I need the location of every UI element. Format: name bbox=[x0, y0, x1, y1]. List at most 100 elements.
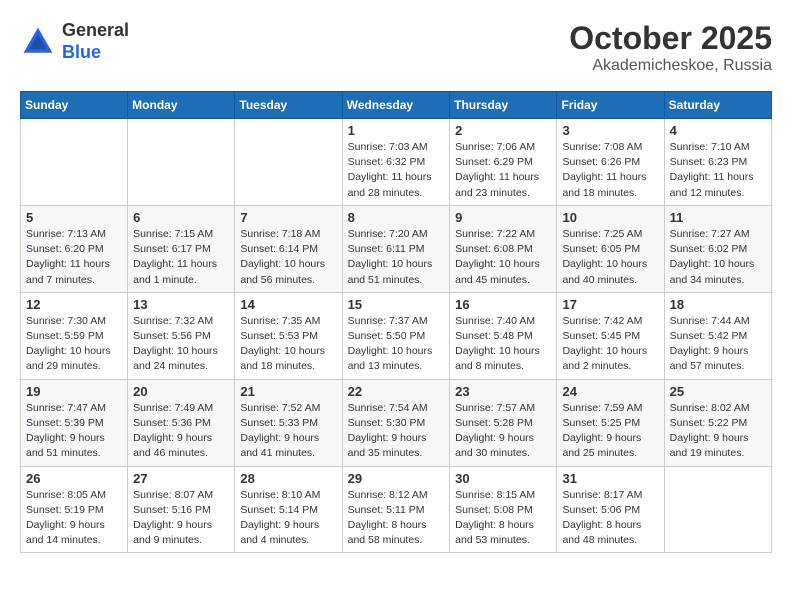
day-number: 15 bbox=[348, 297, 445, 312]
day-number: 26 bbox=[26, 471, 122, 486]
day-number: 27 bbox=[133, 471, 229, 486]
calendar-week-row: 1 Sunrise: 7:03 AMSunset: 6:32 PMDaylight… bbox=[21, 119, 772, 206]
day-number: 7 bbox=[240, 210, 336, 225]
table-row: 5 Sunrise: 7:13 AMSunset: 6:20 PMDaylight… bbox=[21, 205, 128, 292]
calendar-week-row: 19 Sunrise: 7:47 AMSunset: 5:39 PMDayligh… bbox=[21, 379, 772, 466]
weekday-header-row: SundayMondayTuesdayWednesdayThursdayFrid… bbox=[21, 92, 772, 119]
day-number: 6 bbox=[133, 210, 229, 225]
day-info: Sunrise: 7:10 AMSunset: 6:23 PMDaylight:… bbox=[670, 140, 766, 201]
day-info: Sunrise: 7:22 AMSunset: 6:08 PMDaylight:… bbox=[455, 227, 551, 288]
table-row: 24 Sunrise: 7:59 AMSunset: 5:25 PMDayligh… bbox=[557, 379, 664, 466]
table-row: 29 Sunrise: 8:12 AMSunset: 5:11 PMDayligh… bbox=[342, 466, 450, 553]
table-row: 22 Sunrise: 7:54 AMSunset: 5:30 PMDayligh… bbox=[342, 379, 450, 466]
table-row: 21 Sunrise: 7:52 AMSunset: 5:33 PMDayligh… bbox=[235, 379, 342, 466]
table-row: 4 Sunrise: 7:10 AMSunset: 6:23 PMDaylight… bbox=[664, 119, 771, 206]
day-info: Sunrise: 7:27 AMSunset: 6:02 PMDaylight:… bbox=[670, 227, 766, 288]
day-info: Sunrise: 7:49 AMSunset: 5:36 PMDaylight:… bbox=[133, 401, 229, 462]
day-info: Sunrise: 8:02 AMSunset: 5:22 PMDaylight:… bbox=[670, 401, 766, 462]
day-number: 25 bbox=[670, 384, 766, 399]
day-number: 22 bbox=[348, 384, 445, 399]
day-info: Sunrise: 7:25 AMSunset: 6:05 PMDaylight:… bbox=[562, 227, 658, 288]
day-info: Sunrise: 8:17 AMSunset: 5:06 PMDaylight:… bbox=[562, 488, 658, 549]
table-row: 2 Sunrise: 7:06 AMSunset: 6:29 PMDaylight… bbox=[450, 119, 557, 206]
day-number: 16 bbox=[455, 297, 551, 312]
table-row: 8 Sunrise: 7:20 AMSunset: 6:11 PMDaylight… bbox=[342, 205, 450, 292]
weekday-header-wednesday: Wednesday bbox=[342, 92, 450, 119]
day-number: 28 bbox=[240, 471, 336, 486]
day-info: Sunrise: 7:18 AMSunset: 6:14 PMDaylight:… bbox=[240, 227, 336, 288]
calendar-week-row: 5 Sunrise: 7:13 AMSunset: 6:20 PMDaylight… bbox=[21, 205, 772, 292]
day-number: 5 bbox=[26, 210, 122, 225]
day-info: Sunrise: 7:35 AMSunset: 5:53 PMDaylight:… bbox=[240, 314, 336, 375]
calendar-week-row: 12 Sunrise: 7:30 AMSunset: 5:59 PMDayligh… bbox=[21, 292, 772, 379]
table-row: 31Sunrise: 8:17 AMSunset: 5:06 PMDayligh… bbox=[557, 466, 664, 553]
logo-icon bbox=[20, 24, 56, 60]
day-number: 9 bbox=[455, 210, 551, 225]
table-row: 13 Sunrise: 7:32 AMSunset: 5:56 PMDayligh… bbox=[128, 292, 235, 379]
logo-text: General Blue bbox=[62, 20, 129, 63]
day-number: 13 bbox=[133, 297, 229, 312]
logo: General Blue bbox=[20, 20, 129, 63]
day-info: Sunrise: 7:30 AMSunset: 5:59 PMDaylight:… bbox=[26, 314, 122, 375]
day-number: 10 bbox=[562, 210, 658, 225]
day-info: Sunrise: 7:32 AMSunset: 5:56 PMDaylight:… bbox=[133, 314, 229, 375]
day-number: 21 bbox=[240, 384, 336, 399]
table-row: 26 Sunrise: 8:05 AMSunset: 5:19 PMDayligh… bbox=[21, 466, 128, 553]
page-header: General Blue October 2025 Akademicheskoe… bbox=[20, 20, 772, 75]
table-row bbox=[21, 119, 128, 206]
table-row: 7 Sunrise: 7:18 AMSunset: 6:14 PMDaylight… bbox=[235, 205, 342, 292]
day-info: Sunrise: 8:12 AMSunset: 5:11 PMDaylight:… bbox=[348, 488, 445, 549]
day-info: Sunrise: 8:07 AMSunset: 5:16 PMDaylight:… bbox=[133, 488, 229, 549]
day-info: Sunrise: 7:40 AMSunset: 5:48 PMDaylight:… bbox=[455, 314, 551, 375]
day-number: 24 bbox=[562, 384, 658, 399]
day-number: 2 bbox=[455, 123, 551, 138]
day-number: 29 bbox=[348, 471, 445, 486]
day-number: 12 bbox=[26, 297, 122, 312]
day-number: 19 bbox=[26, 384, 122, 399]
table-row: 18Sunrise: 7:44 AMSunset: 5:42 PMDayligh… bbox=[664, 292, 771, 379]
calendar-week-row: 26 Sunrise: 8:05 AMSunset: 5:19 PMDayligh… bbox=[21, 466, 772, 553]
day-info: Sunrise: 7:54 AMSunset: 5:30 PMDaylight:… bbox=[348, 401, 445, 462]
day-info: Sunrise: 7:03 AMSunset: 6:32 PMDaylight:… bbox=[348, 140, 445, 201]
day-info: Sunrise: 7:47 AMSunset: 5:39 PMDaylight:… bbox=[26, 401, 122, 462]
day-number: 20 bbox=[133, 384, 229, 399]
weekday-header-sunday: Sunday bbox=[21, 92, 128, 119]
day-number: 1 bbox=[348, 123, 445, 138]
day-number: 14 bbox=[240, 297, 336, 312]
table-row: 10 Sunrise: 7:25 AMSunset: 6:05 PMDayligh… bbox=[557, 205, 664, 292]
table-row: 1 Sunrise: 7:03 AMSunset: 6:32 PMDaylight… bbox=[342, 119, 450, 206]
day-number: 23 bbox=[455, 384, 551, 399]
day-info: Sunrise: 7:06 AMSunset: 6:29 PMDaylight:… bbox=[455, 140, 551, 201]
day-info: Sunrise: 8:15 AMSunset: 5:08 PMDaylight:… bbox=[455, 488, 551, 549]
table-row: 12 Sunrise: 7:30 AMSunset: 5:59 PMDayligh… bbox=[21, 292, 128, 379]
table-row: 11Sunrise: 7:27 AMSunset: 6:02 PMDayligh… bbox=[664, 205, 771, 292]
day-info: Sunrise: 7:59 AMSunset: 5:25 PMDaylight:… bbox=[562, 401, 658, 462]
day-number: 3 bbox=[562, 123, 658, 138]
title-block: October 2025 Akademicheskoe, Russia bbox=[569, 20, 772, 75]
day-info: Sunrise: 8:05 AMSunset: 5:19 PMDaylight:… bbox=[26, 488, 122, 549]
weekday-header-thursday: Thursday bbox=[450, 92, 557, 119]
table-row: 28Sunrise: 8:10 AMSunset: 5:14 PMDayligh… bbox=[235, 466, 342, 553]
table-row: 30 Sunrise: 8:15 AMSunset: 5:08 PMDayligh… bbox=[450, 466, 557, 553]
table-row: 6Sunrise: 7:15 AMSunset: 6:17 PMDaylight… bbox=[128, 205, 235, 292]
day-number: 30 bbox=[455, 471, 551, 486]
day-number: 4 bbox=[670, 123, 766, 138]
weekday-header-friday: Friday bbox=[557, 92, 664, 119]
table-row: 23 Sunrise: 7:57 AMSunset: 5:28 PMDayligh… bbox=[450, 379, 557, 466]
weekday-header-saturday: Saturday bbox=[664, 92, 771, 119]
weekday-header-monday: Monday bbox=[128, 92, 235, 119]
day-info: Sunrise: 7:57 AMSunset: 5:28 PMDaylight:… bbox=[455, 401, 551, 462]
table-row: 3Sunrise: 7:08 AMSunset: 6:26 PMDaylight… bbox=[557, 119, 664, 206]
day-info: Sunrise: 7:13 AMSunset: 6:20 PMDaylight:… bbox=[26, 227, 122, 288]
day-info: Sunrise: 7:52 AMSunset: 5:33 PMDaylight:… bbox=[240, 401, 336, 462]
month-title: October 2025 bbox=[569, 20, 772, 57]
day-number: 8 bbox=[348, 210, 445, 225]
table-row: 16 Sunrise: 7:40 AMSunset: 5:48 PMDayligh… bbox=[450, 292, 557, 379]
table-row: 27 Sunrise: 8:07 AMSunset: 5:16 PMDayligh… bbox=[128, 466, 235, 553]
table-row bbox=[235, 119, 342, 206]
table-row bbox=[664, 466, 771, 553]
day-number: 17 bbox=[562, 297, 658, 312]
table-row: 14 Sunrise: 7:35 AMSunset: 5:53 PMDayligh… bbox=[235, 292, 342, 379]
day-info: Sunrise: 7:20 AMSunset: 6:11 PMDaylight:… bbox=[348, 227, 445, 288]
table-row: 25 Sunrise: 8:02 AMSunset: 5:22 PMDayligh… bbox=[664, 379, 771, 466]
